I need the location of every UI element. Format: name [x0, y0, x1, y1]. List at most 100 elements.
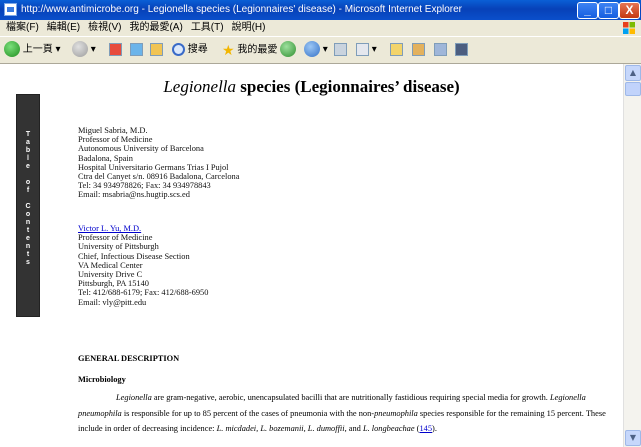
refresh-button[interactable] [130, 41, 143, 59]
folder-icon [390, 42, 403, 56]
address-line: Pittsburgh, PA 15140 [78, 279, 149, 289]
address-line: Badalona, Spain [78, 153, 133, 163]
print-button[interactable] [334, 41, 347, 59]
back-button[interactable]: 上一頁 ▾ [4, 41, 61, 59]
heading-rest: species (Legionnaires’ disease) [236, 77, 460, 96]
address-line: Autonomous University of Barcelona [78, 144, 204, 154]
search-label: 搜尋 [187, 44, 208, 55]
para-text: L. longbeachae [362, 424, 415, 433]
toc-letter: f [26, 187, 30, 194]
para-text: , and [344, 424, 363, 433]
para-text: ). [432, 424, 437, 433]
refresh-icon [130, 42, 143, 56]
heading-genus: Legionella [163, 77, 237, 96]
ie-icon [4, 3, 17, 16]
para-text: L. micdadei, L. bozemanii, L. dumoffii [216, 424, 345, 433]
para-text: are gram-negative, aerobic, unencapsulat… [151, 393, 550, 402]
address-line: Email: vly@pitt.edu [78, 297, 147, 307]
microbiology-paragraph: Legionella are gram-negative, aerobic, u… [78, 390, 618, 437]
print-icon [334, 42, 347, 56]
toc-letter: s [26, 259, 30, 266]
address-line: Chief, Infectious Disease Section [78, 251, 190, 261]
scroll-thumb[interactable] [625, 82, 641, 96]
toc-letter: b [25, 147, 31, 154]
close-button[interactable]: X [619, 2, 640, 19]
address-line: Tel: 412/688-6179; Fax: 412/688-6950 [78, 288, 209, 298]
favorites-button[interactable]: ★ 我的最愛 [222, 41, 277, 59]
table-of-contents-tab[interactable]: T a b l e o f C o n t e n t s [16, 94, 40, 317]
toc-letter: t [26, 251, 30, 258]
discuss-icon [455, 42, 468, 56]
favorites-label: 我的最愛 [237, 44, 278, 56]
stop-button[interactable] [109, 41, 122, 59]
address-line: Professor of Medicine [78, 233, 153, 243]
discuss-button[interactable] [455, 41, 468, 59]
menu-tools[interactable]: 工具(T) [191, 22, 224, 33]
mail-icon [304, 41, 320, 58]
title-bar: http://www.antimicrobe.org - Legionella … [0, 0, 641, 20]
toc-spacer [17, 195, 39, 203]
research-button[interactable] [434, 41, 447, 59]
back-label: 上一頁 [22, 44, 53, 55]
reference-link[interactable]: 145 [419, 424, 432, 433]
edit-icon [356, 42, 369, 56]
toc-letter: C [25, 203, 31, 210]
mail-button[interactable]: ▾ [304, 41, 328, 59]
home-button[interactable] [150, 41, 163, 59]
messenger-button[interactable] [412, 41, 425, 59]
search-button[interactable]: 搜尋 [172, 41, 208, 59]
toc-letter: e [26, 163, 30, 170]
folder-button[interactable] [390, 41, 403, 59]
page-content: Legionella species (Legionnaires’ diseas… [0, 64, 623, 447]
edit-button[interactable]: ▾ [356, 41, 377, 59]
vertical-scrollbar[interactable]: ▲ ▼ [623, 64, 641, 447]
windows-logo-icon [623, 22, 635, 34]
window-title: http://www.antimicrobe.org - Legionella … [21, 4, 463, 15]
home-icon [150, 42, 163, 56]
back-arrow-icon [4, 41, 20, 58]
menu-view[interactable]: 檢視(V) [88, 22, 121, 33]
section-heading-general: GENERAL DESCRIPTION [78, 354, 180, 363]
toc-letter: a [26, 139, 30, 146]
scroll-up-arrow-icon[interactable]: ▲ [625, 65, 641, 81]
address-line: Tel: 34 934978826; Fax: 34 934978843 [78, 181, 211, 191]
section-heading-microbiology: Microbiology [78, 375, 126, 384]
menu-bar: 檔案(F) 編輯(E) 檢視(V) 我的最愛(A) 工具(T) 說明(H) [0, 20, 641, 37]
messenger-icon [412, 42, 425, 56]
toc-spacer [17, 171, 39, 179]
toc-letter: o [25, 211, 31, 218]
stop-icon [109, 42, 122, 56]
toc-letter: l [27, 155, 29, 162]
author-1-address: Miguel Sabria, M.D. Professor of Medicin… [78, 126, 239, 200]
address-line: University Drive C [78, 270, 143, 280]
toc-letter: t [26, 227, 30, 234]
page-heading: Legionella species (Legionnaires’ diseas… [0, 77, 623, 97]
para-text: is responsible for up to 85 percent of t… [121, 408, 375, 418]
menu-file[interactable]: 檔案(F) [6, 22, 39, 33]
menu-favorites[interactable]: 我的最愛(A) [129, 22, 182, 33]
author-2-link[interactable]: Victor L. Yu, M.D. [78, 224, 208, 233]
history-button[interactable] [280, 41, 296, 59]
toc-letter: e [26, 235, 30, 242]
address-line: University of Pittsburgh [78, 242, 159, 252]
address-line: VA Medical Center [78, 260, 143, 270]
menu-edit[interactable]: 編輯(E) [47, 22, 80, 33]
star-icon: ★ [222, 42, 235, 58]
toc-letter: n [25, 219, 31, 226]
menu-help[interactable]: 說明(H) [232, 22, 266, 33]
toc-letter: T [25, 131, 31, 138]
scroll-down-arrow-icon[interactable]: ▼ [625, 430, 641, 446]
address-line: Professor of Medicine [78, 135, 153, 145]
forward-button[interactable]: ▾ [72, 41, 96, 59]
search-icon [172, 42, 185, 56]
history-icon [280, 41, 296, 58]
maximize-button[interactable]: □ [598, 2, 619, 19]
address-line: Ctra del Canyet s/n. 08916 Badalona, Car… [78, 172, 240, 182]
address-line: Hospital Universitario Germans Trias I P… [78, 162, 229, 172]
research-icon [434, 42, 447, 56]
minimize-button[interactable]: _ [577, 2, 598, 19]
toc-letter: n [25, 243, 31, 250]
para-text: pneumophila [374, 408, 418, 418]
address-line: Email: msabria@ns.hugtip.scs.ed [78, 190, 190, 200]
para-text: Legionella [116, 393, 152, 402]
